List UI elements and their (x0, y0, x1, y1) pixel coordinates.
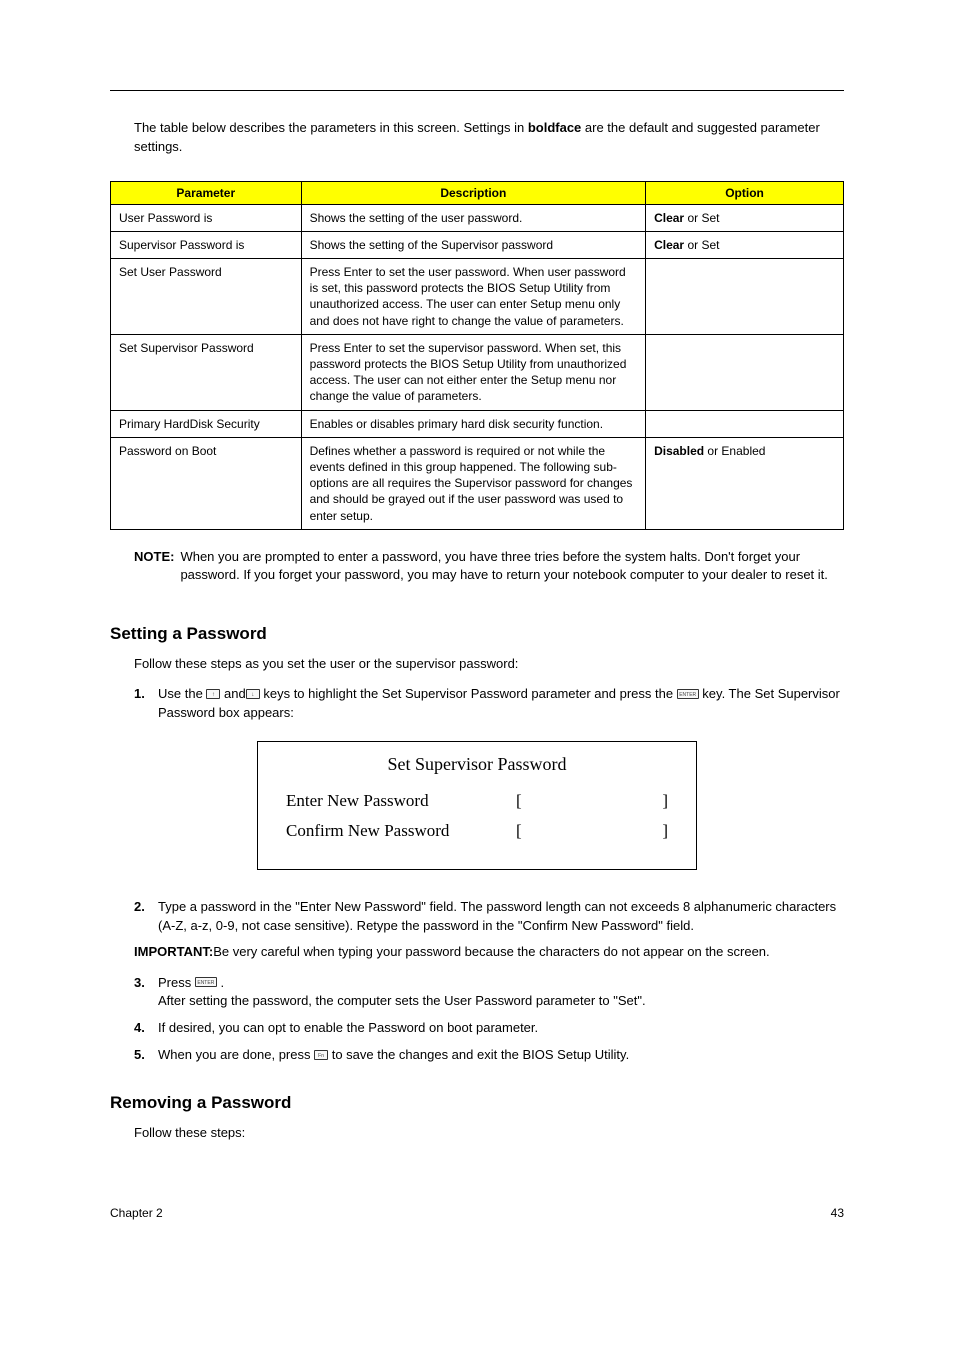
note-block: NOTE: When you are prompted to enter a p… (110, 548, 844, 584)
step-number: 1. (134, 685, 158, 723)
important-text: Be very careful when typing your passwor… (213, 944, 769, 959)
fn-key-icon: Fn (314, 1050, 328, 1060)
step3-b: . (217, 975, 224, 990)
important-line: IMPORTANT:Be very careful when typing yo… (134, 943, 844, 961)
step-body: Use the ↑ and↓ keys to highlight the Set… (158, 685, 844, 723)
step-5: 5. When you are done, press Fn to save t… (134, 1046, 844, 1065)
dialog-label-confirm: Confirm New Password (286, 821, 516, 841)
down-arrow-key-icon: ↓ (246, 689, 260, 699)
enter-key-icon: ENTER (677, 689, 699, 699)
top-rule (110, 90, 844, 91)
step-body: Press ENTER . After setting the password… (158, 974, 844, 1012)
step-number: 4. (134, 1019, 158, 1038)
removing-intro: Follow these steps: (134, 1125, 844, 1140)
dialog-row-enter: Enter New Password [ ] (286, 791, 668, 811)
step-number: 5. (134, 1046, 158, 1065)
step5-a: When you are done, press (158, 1047, 314, 1062)
cell-opt: Disabled or Enabled (646, 437, 844, 529)
cell-desc: Enables or disables primary hard disk se… (301, 410, 646, 437)
parameter-table: Parameter Description Option User Passwo… (110, 181, 844, 530)
dialog-label-enter: Enter New Password (286, 791, 516, 811)
opt-bold: Disabled (654, 444, 704, 458)
dialog-row-confirm: Confirm New Password [ ] (286, 821, 668, 841)
cell-param: Primary HardDisk Security (111, 410, 302, 437)
step-body: Type a password in the "Enter New Passwo… (158, 898, 844, 936)
dialog-field-enter: [ ] (516, 791, 668, 811)
step-number: 2. (134, 898, 158, 936)
footer-chapter: Chapter 2 (110, 1206, 163, 1220)
cell-param: Password on Boot (111, 437, 302, 529)
footer-page-number: 43 (831, 1206, 844, 1220)
step-3: 3. Press ENTER . After setting the passw… (134, 974, 844, 1012)
cell-desc: Shows the setting of the user password. (301, 204, 646, 231)
intro-bold: boldface (528, 120, 581, 135)
up-arrow-key-icon: ↑ (206, 689, 220, 699)
step1-c: keys to highlight the Set Supervisor Pas… (260, 686, 677, 701)
step5-b: to save the changes and exit the BIOS Se… (328, 1047, 629, 1062)
setting-password-heading: Setting a Password (110, 624, 844, 644)
cell-desc: Defines whether a password is required o… (301, 437, 646, 529)
cell-opt (646, 259, 844, 335)
table-row: Set Supervisor Password Press Enter to s… (111, 334, 844, 410)
note-label: NOTE: (134, 548, 174, 584)
setting-steps: 1. Use the ↑ and↓ keys to highlight the … (134, 685, 844, 723)
th-description: Description (301, 181, 646, 204)
note-text: When you are prompted to enter a passwor… (180, 548, 844, 584)
intro-paragraph: The table below describes the parameters… (110, 119, 844, 157)
step-body: If desired, you can opt to enable the Pa… (158, 1019, 844, 1038)
dialog-field-confirm: [ ] (516, 821, 668, 841)
table-row: Set User Password Press Enter to set the… (111, 259, 844, 335)
setting-intro: Follow these steps as you set the user o… (134, 656, 844, 671)
cell-opt (646, 410, 844, 437)
step-4: 4. If desired, you can opt to enable the… (134, 1019, 844, 1038)
cell-param: Set Supervisor Password (111, 334, 302, 410)
cell-param: Supervisor Password is (111, 231, 302, 258)
step-1: 1. Use the ↑ and↓ keys to highlight the … (134, 685, 844, 723)
cell-desc: Press Enter to set the supervisor passwo… (301, 334, 646, 410)
th-option: Option (646, 181, 844, 204)
bracket-open: [ (516, 821, 522, 841)
dialog-title: Set Supervisor Password (286, 754, 668, 775)
bracket-close: ] (662, 821, 668, 841)
table-header-row: Parameter Description Option (111, 181, 844, 204)
cell-param: User Password is (111, 204, 302, 231)
bracket-open: [ (516, 791, 522, 811)
table-row: Supervisor Password is Shows the setting… (111, 231, 844, 258)
step-2: 2. Type a password in the "Enter New Pas… (134, 898, 844, 936)
cell-desc: Press Enter to set the user password. Wh… (301, 259, 646, 335)
opt-rest: or Set (684, 211, 719, 225)
step1-b: and (220, 686, 245, 701)
opt-bold: Clear (654, 238, 684, 252)
th-parameter: Parameter (111, 181, 302, 204)
opt-bold: Clear (654, 211, 684, 225)
cell-param: Set User Password (111, 259, 302, 335)
set-supervisor-password-dialog: Set Supervisor Password Enter New Passwo… (257, 741, 697, 870)
opt-rest: or Enabled (704, 444, 765, 458)
table-row: Password on Boot Defines whether a passw… (111, 437, 844, 529)
table-row: User Password is Shows the setting of th… (111, 204, 844, 231)
cell-opt: Clear or Set (646, 231, 844, 258)
page-footer: Chapter 2 43 (110, 1200, 844, 1220)
cell-desc: Shows the setting of the Supervisor pass… (301, 231, 646, 258)
removing-password-heading: Removing a Password (110, 1093, 844, 1113)
step3-after: After setting the password, the computer… (158, 993, 646, 1008)
setting-steps-tail: 3. Press ENTER . After setting the passw… (134, 974, 844, 1065)
step3-a: Press (158, 975, 195, 990)
enter-key-icon: ENTER (195, 977, 217, 987)
opt-rest: or Set (684, 238, 719, 252)
bracket-close: ] (662, 791, 668, 811)
page-container: The table below describes the parameters… (0, 0, 954, 1260)
cell-opt: Clear or Set (646, 204, 844, 231)
step-number: 3. (134, 974, 158, 1012)
setting-steps-cont: 2. Type a password in the "Enter New Pas… (134, 898, 844, 936)
step1-a: Use the (158, 686, 206, 701)
important-label: IMPORTANT: (134, 944, 213, 959)
table-row: Primary HardDisk Security Enables or dis… (111, 410, 844, 437)
intro-text-pre: The table below describes the parameters… (134, 120, 528, 135)
step-body: When you are done, press Fn to save the … (158, 1046, 844, 1065)
cell-opt (646, 334, 844, 410)
